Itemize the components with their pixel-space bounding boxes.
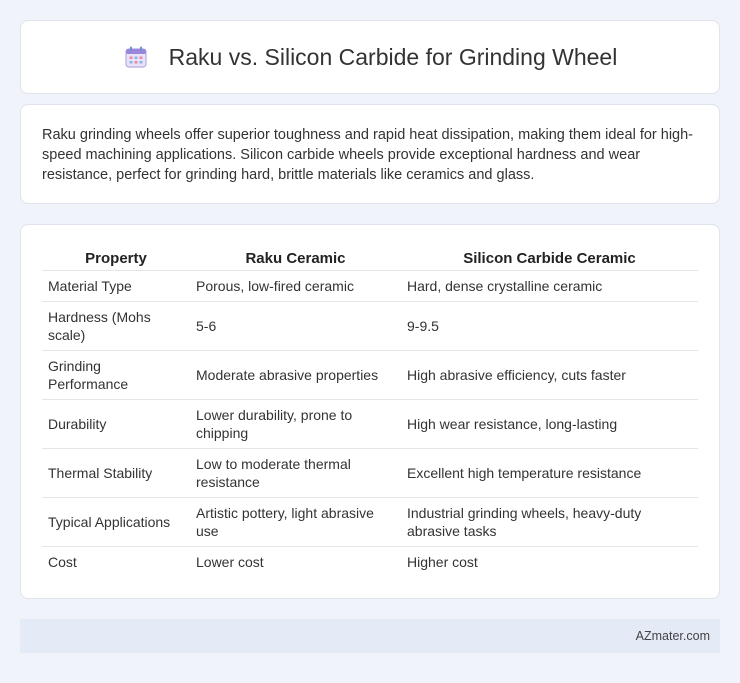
intro-text: Raku grinding wheels offer superior toug… xyxy=(42,127,694,183)
table-cell: Lower cost xyxy=(190,546,401,578)
calendar-icon xyxy=(123,44,149,70)
table-row: Thermal Stability Low to moderate therma… xyxy=(42,448,698,498)
title-card: Raku vs. Silicon Carbide for Grinding Wh… xyxy=(20,20,720,94)
table-header-row: Property Raku Ceramic Silicon Carbide Ce… xyxy=(42,247,698,271)
table-cell: Industrial grinding wheels, heavy-duty a… xyxy=(401,497,698,547)
table-cell: Cost xyxy=(42,546,190,578)
table-cell: Material Type xyxy=(42,270,190,302)
table-row: Material Type Porous, low-fired ceramic … xyxy=(42,270,698,302)
table-cell: Thermal Stability xyxy=(42,448,190,498)
column-header: Silicon Carbide Ceramic xyxy=(463,250,636,267)
column-header: Property xyxy=(85,250,147,267)
table-cell: Hardness (Mohs scale) xyxy=(42,301,190,351)
comparison-table-card: Property Raku Ceramic Silicon Carbide Ce… xyxy=(20,224,720,599)
table-cell: 5-6 xyxy=(190,301,401,351)
intro-card: Raku grinding wheels offer superior toug… xyxy=(20,104,720,204)
table-cell: Moderate abrasive properties xyxy=(190,350,401,400)
table-row: Cost Lower cost Higher cost xyxy=(42,546,698,578)
comparison-table: Property Raku Ceramic Silicon Carbide Ce… xyxy=(42,247,698,578)
page-title: Raku vs. Silicon Carbide for Grinding Wh… xyxy=(168,43,618,70)
table-cell: Porous, low-fired ceramic xyxy=(190,270,401,302)
table-row: Grinding Performance Moderate abrasive p… xyxy=(42,350,698,400)
table-row: Typical Applications Artistic pottery, l… xyxy=(42,497,698,547)
table-cell: Artistic pottery, light abrasive use xyxy=(190,497,401,547)
table-cell: High abrasive efficiency, cuts faster xyxy=(401,350,698,400)
table-cell: Hard, dense crystalline ceramic xyxy=(401,270,698,302)
table-cell: Grinding Performance xyxy=(42,350,190,400)
table-cell: 9-9.5 xyxy=(401,301,698,351)
table-cell: High wear resistance, long-lasting xyxy=(401,399,698,449)
table-cell: Higher cost xyxy=(401,546,698,578)
table-cell: Excellent high temperature resistance xyxy=(401,448,698,498)
table-row: Durability Lower durability, prone to ch… xyxy=(42,399,698,449)
footer-brand: AZmater.com xyxy=(635,629,710,643)
table-cell: Durability xyxy=(42,399,190,449)
table-cell: Lower durability, prone to chipping xyxy=(190,399,401,449)
table-row: Hardness (Mohs scale) 5-6 9-9.5 xyxy=(42,301,698,351)
column-header: Raku Ceramic xyxy=(245,250,346,267)
table-cell: Typical Applications xyxy=(42,497,190,547)
table-cell: Low to moderate thermal resistance xyxy=(190,448,401,498)
footer: AZmater.com xyxy=(20,619,720,653)
